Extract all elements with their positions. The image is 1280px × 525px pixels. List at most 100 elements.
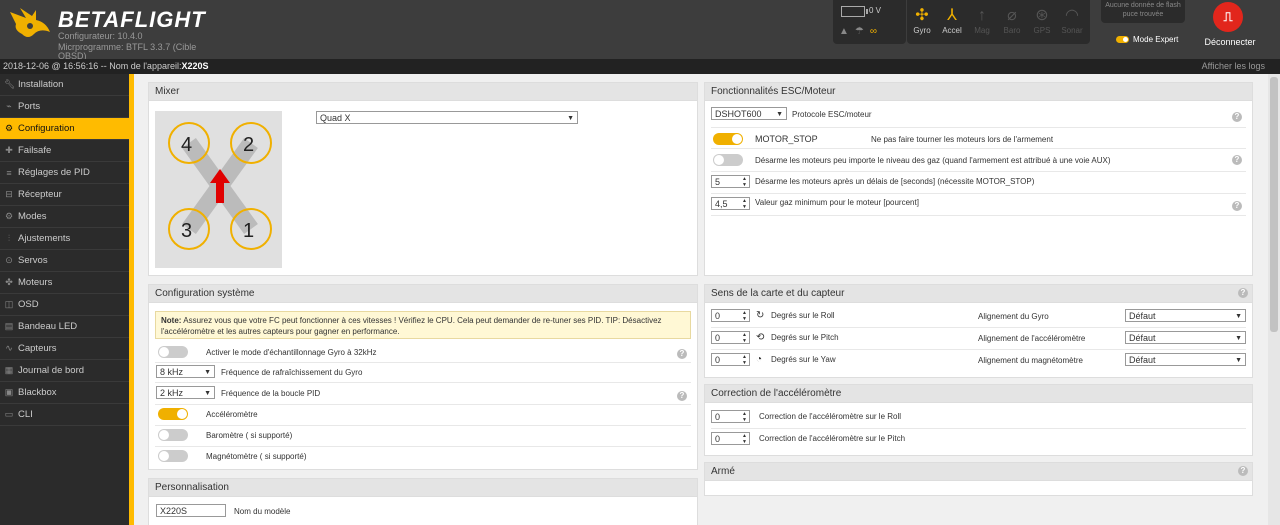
yaw-degrees-input[interactable]: 0 ▲ ▼ — [711, 353, 750, 366]
disarm-desc: Désarme les moteurs peu importe le nivea… — [755, 156, 1111, 165]
esc-protocol-label: Protocole ESC/moteur — [792, 110, 872, 119]
gps-icon: ⊛ — [1035, 7, 1049, 24]
session-datetime: 2018-12-06 @ 16:56:16 -- Nom de l'appare… — [3, 61, 182, 71]
show-logs-link[interactable]: Afficher les logs — [1202, 61, 1265, 71]
chevron-down-icon: ▼ — [1235, 357, 1242, 364]
page-scrollbar[interactable] — [1268, 74, 1280, 525]
gyro-rate-select[interactable]: 8 kHz ▼ — [156, 365, 215, 378]
roll-degrees-label: Degrés sur le Roll — [771, 311, 835, 320]
configuration-content: Mixer 4 2 3 1 Quad X ▼ Fonctionnalités ES… — [129, 74, 1268, 525]
barometer-label: Baromètre ( si supporté) — [206, 431, 293, 440]
chevron-down-icon: ▼ — [1235, 313, 1242, 320]
barometer-toggle[interactable] — [158, 429, 188, 441]
help-icon[interactable]: ? — [1232, 112, 1242, 122]
device-name: X220S — [181, 61, 209, 71]
link-icon: ∞ — [869, 26, 878, 37]
personalization-panel: Personnalisation X220S Nom du modèle — [148, 478, 698, 525]
disarm-toggle[interactable] — [713, 154, 743, 166]
sidebar-item-adjustments[interactable]: ⫶ Ajustements — [0, 228, 129, 250]
sidebar-item-ports[interactable]: ⌁ Ports — [0, 96, 129, 118]
min-throttle-input[interactable]: 4,5 ▲ ▼ — [711, 197, 750, 210]
baro-icon: ⌀ — [1007, 7, 1017, 24]
sliders-icon: ≡ — [6, 167, 12, 178]
gear-icon: ⚙ — [4, 123, 14, 133]
spinner-icon: ▲ ▼ — [742, 310, 747, 322]
help-icon[interactable]: ? — [677, 391, 687, 401]
sidebar-item-failsafe[interactable]: ✚ Failsafe — [0, 140, 129, 162]
expert-mode-switch[interactable] — [1116, 36, 1129, 43]
usb-icon: ⎍ — [1213, 2, 1243, 32]
mag-align-select[interactable]: Défaut ▼ — [1125, 353, 1246, 366]
mixer-type-select[interactable]: Quad X ▼ — [316, 111, 578, 124]
help-icon[interactable]: ? — [1232, 201, 1242, 211]
sidebar-item-led[interactable]: ▤ Bandeau LED — [0, 316, 129, 338]
sidebar-item-motors[interactable]: ✤ Moteurs — [0, 272, 129, 294]
status-bar: 2018-12-06 @ 16:56:16 -- Nom de l'appare… — [0, 59, 1280, 74]
esc-motor-panel: Fonctionnalités ESC/Moteur DSHOT600 ▼ Pro… — [704, 82, 1253, 276]
disarm-delay-input[interactable]: 5 ▲ ▼ — [711, 175, 750, 188]
magnetometer-toggle[interactable] — [158, 450, 188, 462]
motor-stop-label: MOTOR_STOP — [755, 134, 818, 144]
motor-stop-toggle[interactable] — [713, 133, 743, 145]
sidebar-item-receiver[interactable]: ⊟ Récepteur — [0, 184, 129, 206]
accelerometer-label: Accéléromètre — [206, 410, 258, 419]
configurator-version: Configurateur: 10.4.0 — [58, 31, 143, 41]
spinner-icon: ▲ ▼ — [742, 176, 747, 188]
sidebar-item-modes[interactable]: ⚙ Modes — [0, 206, 129, 228]
yaw-degrees-label: Degrés sur le Yaw — [771, 355, 836, 364]
accelerometer-toggle[interactable] — [158, 408, 188, 420]
firmware-target: OBSD) — [58, 51, 87, 59]
sidebar-item-cli[interactable]: ▭ CLI — [0, 404, 129, 426]
scrollbar-thumb[interactable] — [1270, 77, 1278, 332]
adjust-icon: ⫶ — [7, 233, 11, 243]
mixer-title: Mixer — [149, 83, 697, 101]
system-config-panel: Configuration système Note: Assurez vous… — [148, 284, 698, 470]
accel-pitch-label: Correction de l'accéléromètre sur le Pit… — [759, 434, 906, 443]
expert-mode-toggle[interactable]: Mode Expert — [1116, 35, 1178, 44]
help-icon[interactable]: ? — [1238, 466, 1248, 476]
warning-icon: ▲ — [839, 26, 849, 37]
sensor-gyro: ✣ Gyro — [907, 0, 937, 44]
gyro-32khz-toggle[interactable] — [158, 346, 188, 358]
gyro-align-select[interactable]: Défaut ▼ — [1125, 309, 1246, 322]
sidebar-item-sensors[interactable]: ∿ Capteurs — [0, 338, 129, 360]
esc-protocol-select[interactable]: DSHOT600 ▼ — [711, 107, 787, 120]
sidebar-item-logging[interactable]: ▦ Journal de bord — [0, 360, 129, 382]
pitch-degrees-label: Degrés sur le Pitch — [771, 333, 839, 342]
gyro-icon: ✣ — [915, 7, 929, 24]
system-title: Configuration système — [149, 285, 697, 303]
sensor-baro: ⌀ Baro — [997, 0, 1027, 44]
help-icon[interactable]: ? — [1238, 288, 1248, 298]
accel-correction-panel: Correction de l'accéléromètre 0 ▲ ▼ Correc… — [704, 384, 1253, 456]
wrench-icon: 🔧︎ — [4, 79, 16, 89]
sidebar-item-blackbox[interactable]: ▣ Blackbox — [0, 382, 129, 404]
sidebar-item-installation[interactable]: 🔧︎ Installation — [0, 74, 129, 96]
pid-rate-select[interactable]: 2 kHz ▼ — [156, 386, 215, 399]
accel-roll-input[interactable]: 0 ▲ ▼ — [711, 410, 750, 423]
model-name-input[interactable]: X220S — [156, 504, 226, 517]
help-icon[interactable]: ? — [677, 349, 687, 359]
help-icon[interactable]: ? — [1232, 155, 1242, 165]
chevron-down-icon: ▼ — [1235, 335, 1242, 342]
spinner-icon: ▲ ▼ — [742, 198, 747, 210]
sensor-icon: ∿ — [5, 343, 13, 353]
disconnect-button[interactable]: ⎍ — [1210, 0, 1246, 32]
sidebar-item-osd[interactable]: ◫ OSD — [0, 294, 129, 316]
sensor-gps: ⊛ GPS — [1027, 0, 1057, 44]
sidebar-item-servos[interactable]: ⊙ Servos — [0, 250, 129, 272]
sidebar-item-pid[interactable]: ≡ Réglages de PID — [0, 162, 129, 184]
sidebar-item-configuration[interactable]: ⚙ Configuration — [0, 118, 129, 140]
gyro-32khz-label: Activer le mode d'échantillonnage Gyro à… — [206, 348, 377, 357]
motor-4-label: 4 — [181, 134, 192, 156]
acc-align-select[interactable]: Défaut ▼ — [1125, 331, 1246, 344]
disconnect-label[interactable]: Déconnecter — [1198, 37, 1262, 47]
chevron-down-icon: ▼ — [567, 115, 574, 122]
disarm-delay-label: Désarme les moteurs après un délais de [… — [755, 177, 1035, 186]
gyro-align-label: Alignement du Gyro — [978, 312, 1049, 321]
spinner-icon: ▲ ▼ — [742, 411, 747, 423]
roll-degrees-input[interactable]: 0 ▲ ▼ — [711, 309, 750, 322]
pitch-degrees-input[interactable]: 0 ▲ ▼ — [711, 331, 750, 344]
quad-x-diagram: 4 2 3 1 — [155, 111, 282, 268]
arming-panel: Armé? — [704, 462, 1253, 496]
accel-pitch-input[interactable]: 0 ▲ ▼ — [711, 432, 750, 445]
